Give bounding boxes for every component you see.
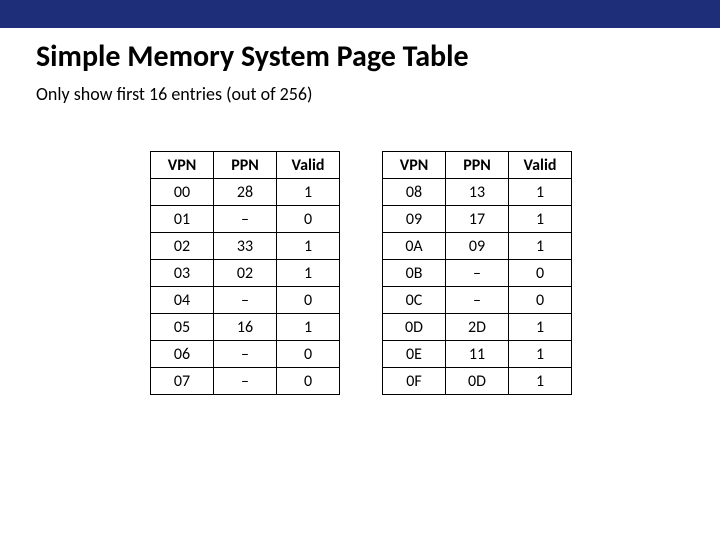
cell-valid: 0 <box>277 341 340 368</box>
cell-valid: 0 <box>277 287 340 314</box>
cell-valid: 1 <box>509 233 572 260</box>
table-row: 0A091 <box>383 233 572 260</box>
cell-valid: 1 <box>509 314 572 341</box>
table-header-row: VPN PPN Valid <box>383 152 572 179</box>
cell-valid: 0 <box>277 368 340 395</box>
cell-ppn: – <box>446 287 509 314</box>
cell-ppn: 28 <box>214 179 277 206</box>
table-row: 08131 <box>383 179 572 206</box>
table-row: 02331 <box>151 233 340 260</box>
cell-vpn: 0B <box>383 260 446 287</box>
table-row: 03021 <box>151 260 340 287</box>
col-ppn: PPN <box>214 152 277 179</box>
cell-valid: 1 <box>277 260 340 287</box>
page-table-right: VPN PPN Valid 08131 09171 0A091 0B–0 0C–… <box>382 151 572 395</box>
cell-vpn: 0E <box>383 341 446 368</box>
cell-ppn: 17 <box>446 206 509 233</box>
cell-ppn: 16 <box>214 314 277 341</box>
cell-ppn: 33 <box>214 233 277 260</box>
col-ppn: PPN <box>446 152 509 179</box>
cell-vpn: 08 <box>383 179 446 206</box>
table-row: 0D2D1 <box>383 314 572 341</box>
cell-vpn: 0C <box>383 287 446 314</box>
slide-title: Simple Memory System Page Table <box>36 38 720 75</box>
slide-subtitle: Only show first 16 entries (out of 256) <box>36 83 720 105</box>
table-row: 0C–0 <box>383 287 572 314</box>
col-valid: Valid <box>509 152 572 179</box>
page-table-container: VPN PPN Valid 00281 01–0 02331 03021 04–… <box>150 151 720 395</box>
cell-valid: 1 <box>277 233 340 260</box>
cell-ppn: 0D <box>446 368 509 395</box>
cell-valid: 0 <box>509 260 572 287</box>
cell-vpn: 05 <box>151 314 214 341</box>
cell-vpn: 0D <box>383 314 446 341</box>
cell-valid: 1 <box>509 368 572 395</box>
table-row: 06–0 <box>151 341 340 368</box>
table-row: 01–0 <box>151 206 340 233</box>
table-row: 04–0 <box>151 287 340 314</box>
table-header-row: VPN PPN Valid <box>151 152 340 179</box>
cell-ppn: 11 <box>446 341 509 368</box>
cell-ppn: – <box>214 341 277 368</box>
cell-vpn: 04 <box>151 287 214 314</box>
cell-valid: 0 <box>277 206 340 233</box>
cell-valid: 1 <box>277 314 340 341</box>
cell-valid: 1 <box>509 341 572 368</box>
cell-vpn: 01 <box>151 206 214 233</box>
table-row: 0F0D1 <box>383 368 572 395</box>
table-row: 09171 <box>383 206 572 233</box>
table-row: 05161 <box>151 314 340 341</box>
table-row: 0E111 <box>383 341 572 368</box>
cell-ppn: – <box>446 260 509 287</box>
col-valid: Valid <box>277 152 340 179</box>
cell-ppn: 09 <box>446 233 509 260</box>
col-vpn: VPN <box>383 152 446 179</box>
cell-vpn: 06 <box>151 341 214 368</box>
col-vpn: VPN <box>151 152 214 179</box>
cell-vpn: 09 <box>383 206 446 233</box>
cell-ppn: 13 <box>446 179 509 206</box>
cell-vpn: 00 <box>151 179 214 206</box>
table-row: 07–0 <box>151 368 340 395</box>
cell-valid: 1 <box>509 179 572 206</box>
cell-valid: 1 <box>277 179 340 206</box>
cell-ppn: – <box>214 206 277 233</box>
cell-valid: 1 <box>509 206 572 233</box>
table-row: 00281 <box>151 179 340 206</box>
cell-vpn: 0F <box>383 368 446 395</box>
page-table-left: VPN PPN Valid 00281 01–0 02331 03021 04–… <box>150 151 340 395</box>
slide-top-bar <box>0 0 720 28</box>
cell-vpn: 03 <box>151 260 214 287</box>
cell-vpn: 02 <box>151 233 214 260</box>
cell-valid: 0 <box>509 287 572 314</box>
table-row: 0B–0 <box>383 260 572 287</box>
cell-ppn: – <box>214 368 277 395</box>
cell-ppn: 2D <box>446 314 509 341</box>
cell-vpn: 0A <box>383 233 446 260</box>
cell-ppn: 02 <box>214 260 277 287</box>
cell-vpn: 07 <box>151 368 214 395</box>
cell-ppn: – <box>214 287 277 314</box>
